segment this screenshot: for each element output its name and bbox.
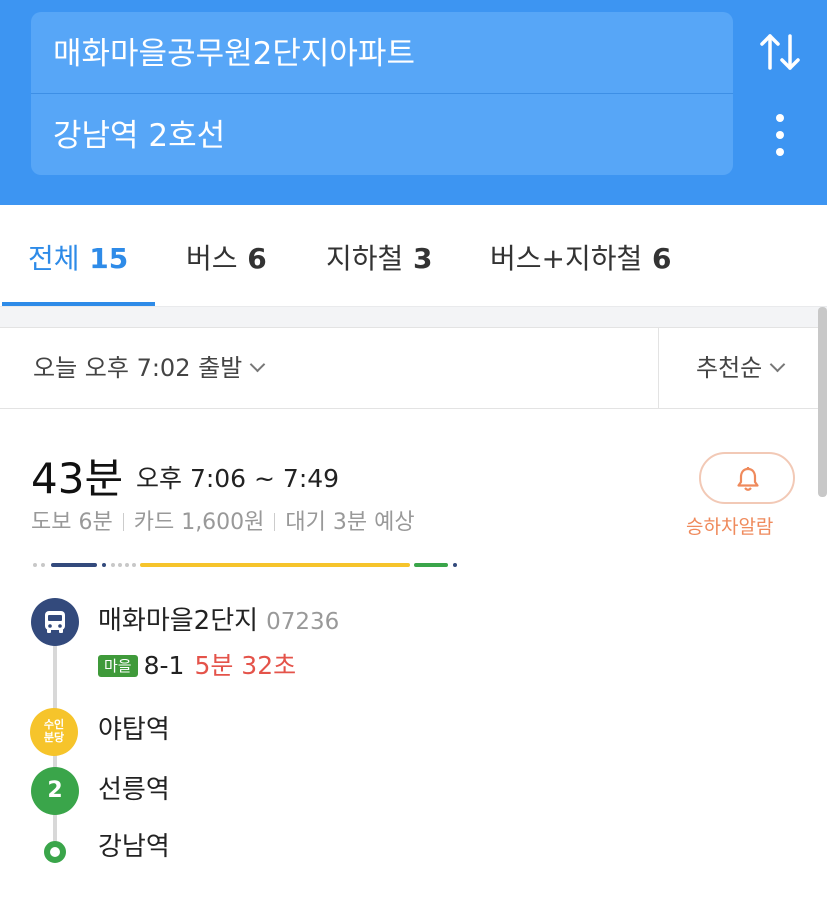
- chevron-down-icon: [249, 356, 266, 373]
- wait-time: 대기 3분 예상: [285, 510, 415, 535]
- meta-divider: [274, 513, 276, 531]
- tab-bus[interactable]: 버스 6: [186, 239, 267, 279]
- walk-segment: [125, 563, 129, 567]
- filter-divider: [658, 328, 659, 409]
- walk-segment: [132, 563, 136, 567]
- village-bus-badge: 마을: [98, 655, 138, 677]
- bell-icon: [737, 467, 759, 491]
- chevron-down-icon: [769, 356, 786, 373]
- walk-time: 도보 6분: [31, 510, 113, 535]
- sort-selector[interactable]: 추천순: [696, 350, 786, 386]
- end-segment: [453, 563, 457, 567]
- transfer-stop-seolleung[interactable]: 선릉역: [98, 772, 170, 808]
- section-gap: [0, 306, 827, 327]
- boarding-stop[interactable]: 매화마을2단지 07236: [98, 603, 339, 640]
- suin-bundang-line-badge: 수인 분당: [30, 708, 78, 756]
- bus-icon: [31, 598, 79, 646]
- more-vertical-icon[interactable]: [768, 112, 792, 158]
- scrollbar[interactable]: [818, 307, 827, 497]
- destination-dot-icon: [44, 841, 66, 863]
- walk-segment: [118, 563, 122, 567]
- bus-arrival-time: 5분 32초: [194, 651, 297, 680]
- route-duration: 43분: [31, 454, 124, 503]
- fare: 카드 1,600원: [133, 510, 265, 535]
- alarm-label: 승하차알람: [686, 516, 774, 538]
- search-header: 매화마을공무원2단지아파트 강남역 2호선: [0, 0, 827, 205]
- stop-code: 07236: [266, 609, 340, 635]
- meta-divider: [122, 513, 124, 531]
- line2-segment: [414, 563, 448, 567]
- bus-route-number: 8-1: [143, 651, 185, 680]
- destination-field[interactable]: 강남역 2호선: [53, 116, 225, 156]
- suin-bundang-segment: [140, 563, 410, 567]
- tab-bus-subway[interactable]: 버스+지하철 6: [490, 239, 672, 279]
- line2-badge: 2: [31, 767, 79, 815]
- walk-segment: [41, 563, 45, 567]
- transfer-stop-yatap[interactable]: 야탑역: [98, 712, 170, 748]
- destination-stop[interactable]: 강남역: [98, 829, 170, 865]
- route-time-range: 오후 7:06 ~ 7:49: [136, 464, 340, 493]
- origin-field[interactable]: 매화마을공무원2단지아파트: [53, 34, 415, 74]
- route-meta: 도보 6분 카드 1,600원 대기 3분 예상: [31, 507, 415, 539]
- alarm-button[interactable]: [699, 452, 795, 504]
- walk-segment: [111, 563, 115, 567]
- route-search-box: 매화마을공무원2단지아파트 강남역 2호선: [31, 12, 733, 175]
- bus-segment: [102, 563, 106, 567]
- filter-row: 오늘 오후 7:02 출발 추천순: [0, 327, 827, 409]
- tab-all[interactable]: 전체 15: [28, 239, 128, 279]
- tab-subway[interactable]: 지하철 3: [326, 239, 433, 279]
- bus-segment: [51, 563, 97, 567]
- departure-time-selector[interactable]: 오늘 오후 7:02 출발: [33, 350, 266, 386]
- search-divider: [31, 93, 733, 94]
- bus-route-info: 마을 8-1 5분 32초: [98, 648, 296, 684]
- route-type-tabs: 전체 15 버스 6 지하철 3 버스+지하철 6: [0, 205, 827, 306]
- walk-segment: [33, 563, 37, 567]
- swap-vertical-arrows-icon[interactable]: [757, 30, 803, 74]
